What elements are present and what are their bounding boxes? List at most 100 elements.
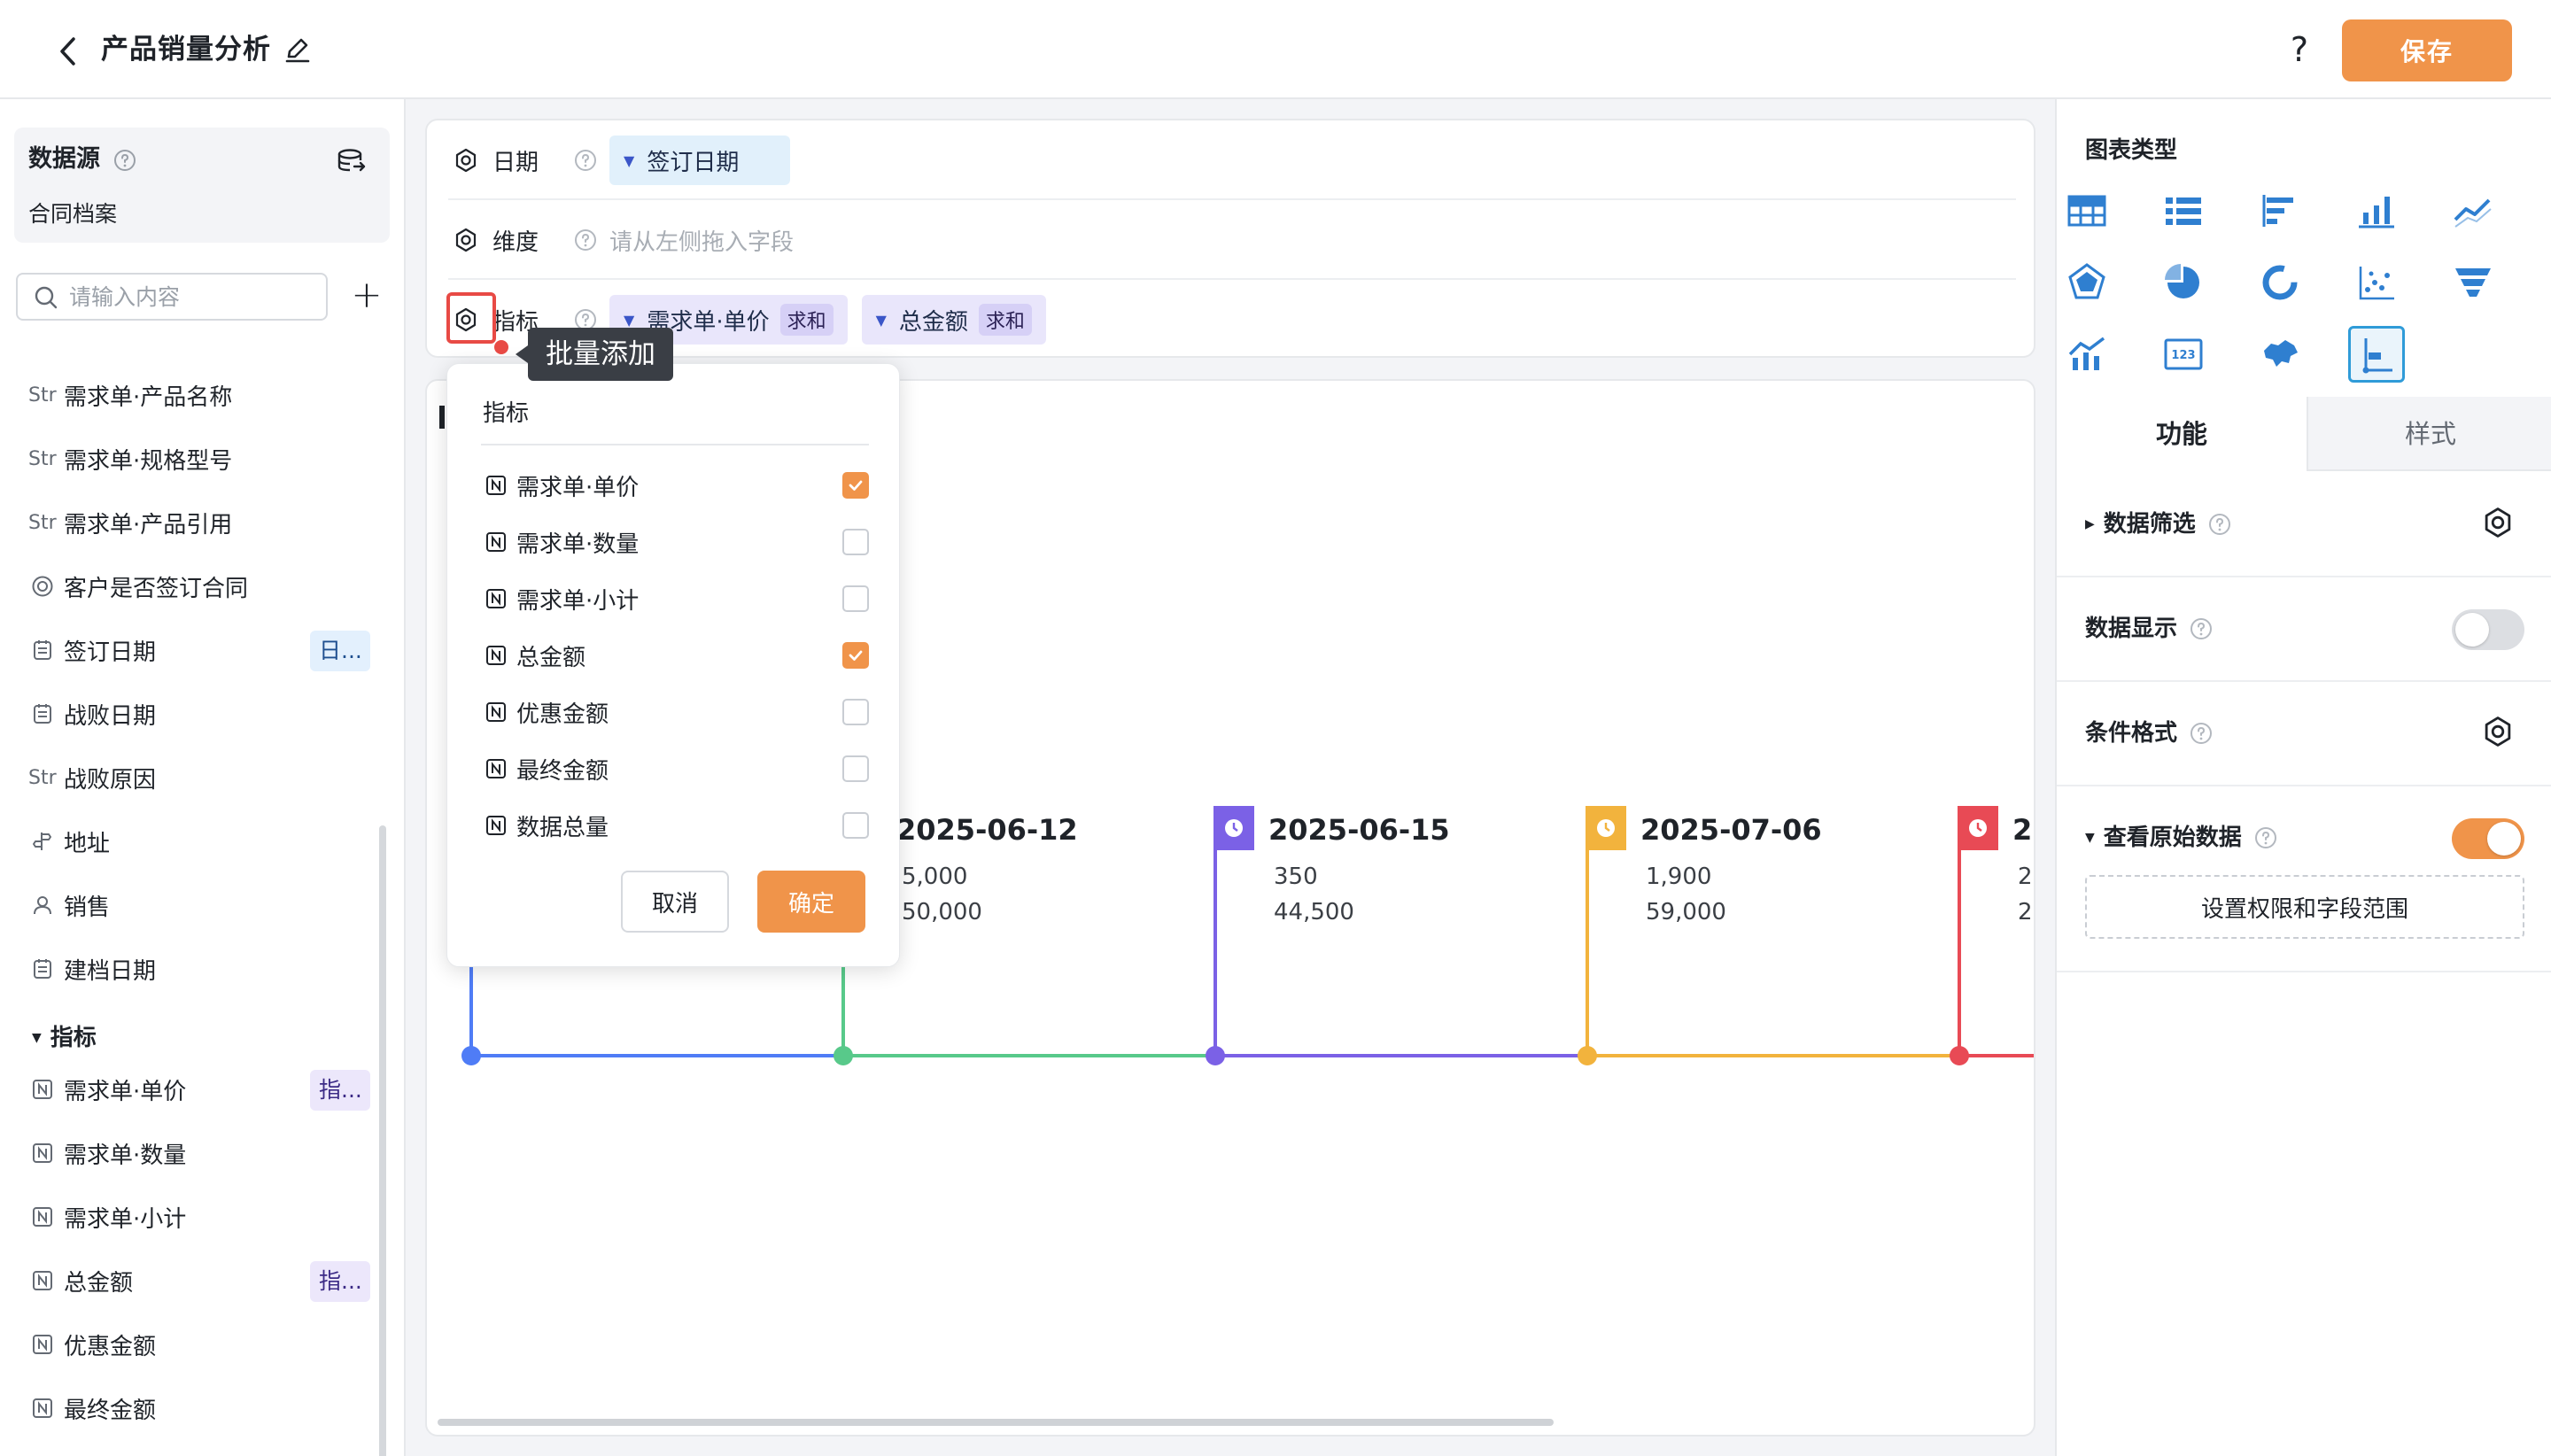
number-type-icon	[28, 1075, 57, 1104]
combo-icon[interactable]	[2059, 326, 2115, 383]
confirm-button[interactable]: 确定	[757, 871, 865, 933]
conditional-format-row[interactable]: 条件格式	[2057, 682, 2551, 786]
checkbox[interactable]	[842, 472, 869, 499]
metric-option-label: 需求单·数量	[516, 531, 640, 558]
help-circle-icon[interactable]	[2254, 826, 2277, 849]
scatter-icon[interactable]	[2348, 254, 2405, 311]
metric-field-item[interactable]: 最终金额	[28, 1387, 379, 1429]
bar-vertical-icon[interactable]	[2348, 182, 2405, 239]
list-icon[interactable]	[2155, 182, 2212, 239]
add-field-button[interactable]: +	[347, 275, 386, 317]
cancel-button[interactable]: 取消	[621, 871, 729, 933]
chart-horizontal-scrollbar[interactable]	[438, 1419, 1554, 1426]
table-icon[interactable]	[2059, 182, 2115, 239]
help-circle-icon[interactable]	[113, 149, 136, 172]
field-item[interactable]: 销售	[28, 884, 379, 926]
help-circle-icon[interactable]	[2208, 513, 2231, 536]
metric-option[interactable]: 需求单·数量	[485, 520, 869, 564]
timeline-date-label: 2025-07-06	[1640, 813, 1822, 847]
chart-title-stub	[439, 406, 445, 429]
field-search-input[interactable]	[69, 280, 317, 314]
checkbox[interactable]	[842, 529, 869, 555]
checkbox[interactable]	[842, 812, 869, 839]
metric-option[interactable]: 数据总量	[485, 803, 869, 848]
field-item[interactable]: 地址	[28, 820, 379, 863]
help-circle-icon[interactable]	[574, 149, 597, 172]
field-label: 地址	[64, 830, 111, 857]
property-panel: 图表类型 123 功能 样式 ▶ 数据筛选 数据显示 条件格式 ▼ 查看原始数据	[2055, 99, 2551, 1456]
metric-option[interactable]: 需求单·小计	[485, 577, 869, 621]
help-circle-icon[interactable]	[2190, 722, 2213, 745]
settings-icon[interactable]	[2482, 716, 2517, 751]
user-icon	[28, 891, 57, 919]
metric-option[interactable]: 最终金额	[485, 747, 869, 791]
metric-field-item[interactable]: 需求单·数量	[28, 1132, 379, 1174]
data-filter-row[interactable]: ▶ 数据筛选	[2057, 471, 2551, 577]
datasource-title: 数据源	[28, 145, 100, 173]
metric-field-chip[interactable]: ▼ 总金额 求和	[861, 295, 1046, 345]
save-button[interactable]: 保存	[2342, 19, 2512, 81]
metric-option[interactable]: 优惠金额	[485, 690, 869, 734]
view-raw-data-label[interactable]: ▼ 查看原始数据	[2085, 820, 2277, 856]
radar-icon[interactable]	[2059, 254, 2115, 311]
edit-title-icon[interactable]	[282, 34, 314, 66]
tab-style[interactable]: 样式	[2307, 397, 2551, 471]
field-item[interactable]: 客户是否签订合同	[28, 565, 379, 608]
clock-icon	[1597, 819, 1615, 837]
metric-field-item[interactable]: 需求单·小计	[28, 1196, 379, 1238]
permission-settings-button[interactable]: 设置权限和字段范围	[2085, 875, 2524, 939]
data-display-toggle[interactable]	[2452, 609, 2524, 650]
bar-horizontal-icon[interactable]	[2252, 182, 2308, 239]
divider	[481, 444, 869, 445]
metric-field-item[interactable]: 总金额 指...	[28, 1259, 379, 1302]
caret-right-icon: ▶	[2085, 517, 2095, 531]
field-label: 需求单·单价	[64, 1078, 187, 1105]
field-item[interactable]: 签订日期 日...	[28, 629, 379, 671]
funnel-icon[interactable]	[2445, 254, 2501, 311]
checkbox[interactable]	[842, 585, 869, 612]
timeline-icon[interactable]	[2348, 326, 2405, 383]
help-circle-icon[interactable]	[574, 228, 597, 252]
number-type-icon	[485, 587, 508, 610]
metric-field-item[interactable]: 优惠金额	[28, 1323, 379, 1366]
field-item[interactable]: 建档日期	[28, 948, 379, 990]
clock-icon	[1225, 819, 1243, 837]
field-item[interactable]: Str 需求单·产品名称	[28, 374, 379, 416]
help-icon[interactable]: ?	[2278, 28, 2321, 71]
help-circle-icon[interactable]	[2190, 617, 2213, 640]
timeline-value-label: 50,000	[902, 899, 982, 925]
checkbox[interactable]	[842, 699, 869, 725]
view-raw-data-toggle[interactable]	[2452, 818, 2524, 859]
settings-icon[interactable]	[448, 222, 484, 258]
date-icon	[28, 700, 57, 728]
pie-icon[interactable]	[2155, 254, 2212, 311]
back-icon[interactable]	[50, 32, 85, 71]
checkbox[interactable]	[842, 642, 869, 669]
number-type-icon	[485, 531, 508, 554]
field-label: 建档日期	[64, 957, 157, 985]
number-type-icon	[28, 1139, 57, 1167]
metrics-group-header[interactable]: ▼ 指标	[32, 1020, 97, 1056]
database-switch-icon[interactable]	[337, 149, 367, 175]
settings-icon[interactable]	[448, 143, 484, 178]
field-list-scrollbar[interactable]	[379, 825, 386, 1456]
line-icon[interactable]	[2445, 182, 2501, 239]
dimension-drop-zone[interactable]: 请从左侧拖入字段	[609, 224, 794, 257]
checkbox[interactable]	[842, 755, 869, 782]
map-icon[interactable]	[2252, 326, 2308, 383]
field-item[interactable]: Str 需求单·产品引用	[28, 501, 379, 544]
field-item[interactable]: Str 战败原因	[28, 756, 379, 799]
number-card-icon[interactable]: 123	[2155, 326, 2212, 383]
donut-icon[interactable]	[2252, 254, 2308, 311]
date-config-row: 日期 ▼ 签订日期	[448, 120, 2016, 200]
string-type-icon: Str	[28, 383, 57, 407]
settings-icon[interactable]	[2482, 507, 2517, 542]
field-item[interactable]: Str 需求单·规格型号	[28, 438, 379, 480]
data-filter-text: 数据筛选	[2103, 511, 2196, 538]
tab-function[interactable]: 功能	[2057, 397, 2307, 471]
metric-option[interactable]: 总金额	[485, 633, 869, 678]
field-item[interactable]: 战败日期	[28, 693, 379, 735]
date-field-chip[interactable]: ▼ 签订日期	[609, 136, 790, 185]
metric-option[interactable]: 需求单·单价	[485, 463, 869, 507]
metric-field-item[interactable]: 需求单·单价 指...	[28, 1068, 379, 1111]
